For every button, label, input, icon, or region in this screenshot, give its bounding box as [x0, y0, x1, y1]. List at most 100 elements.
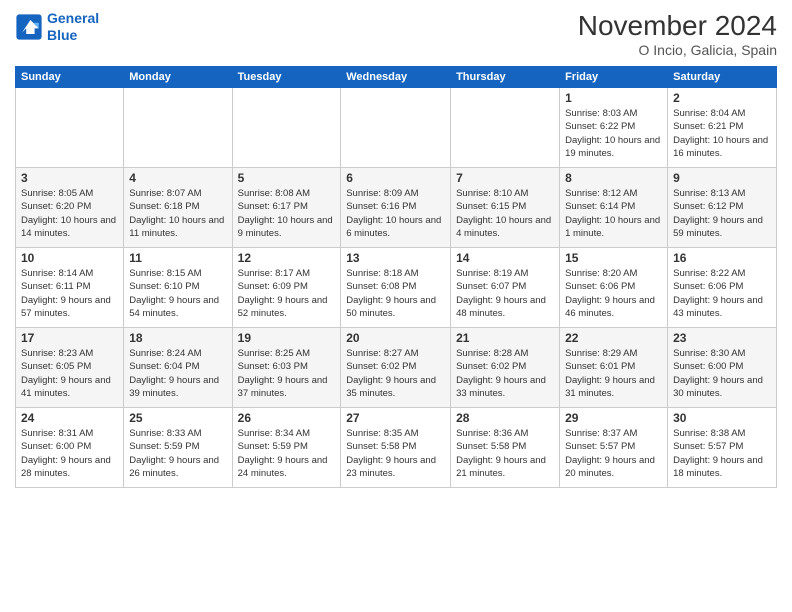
logo: General Blue	[15, 10, 99, 44]
day-number: 18	[129, 331, 226, 345]
day-number: 29	[565, 411, 662, 425]
day-info: Sunrise: 8:09 AM Sunset: 6:16 PM Dayligh…	[346, 187, 445, 240]
day-info: Sunrise: 8:24 AM Sunset: 6:04 PM Dayligh…	[129, 347, 226, 400]
calendar-cell: 5 Sunrise: 8:08 AM Sunset: 6:17 PM Daylig…	[232, 168, 341, 248]
calendar-cell: 21 Sunrise: 8:28 AM Sunset: 6:02 PM Dayli…	[451, 328, 560, 408]
calendar-cell	[16, 88, 124, 168]
calendar-cell: 11 Sunrise: 8:15 AM Sunset: 6:10 PM Dayli…	[124, 248, 232, 328]
day-number: 25	[129, 411, 226, 425]
calendar-cell: 17 Sunrise: 8:23 AM Sunset: 6:05 PM Dayli…	[16, 328, 124, 408]
day-number: 30	[673, 411, 771, 425]
day-number: 17	[21, 331, 118, 345]
logo-icon	[15, 13, 43, 41]
day-number: 13	[346, 251, 445, 265]
calendar-cell	[124, 88, 232, 168]
weekday-header: Tuesday	[232, 67, 341, 88]
day-info: Sunrise: 8:23 AM Sunset: 6:05 PM Dayligh…	[21, 347, 118, 400]
weekday-header: Thursday	[451, 67, 560, 88]
day-number: 5	[238, 171, 336, 185]
day-number: 4	[129, 171, 226, 185]
day-info: Sunrise: 8:18 AM Sunset: 6:08 PM Dayligh…	[346, 267, 445, 320]
calendar-cell: 12 Sunrise: 8:17 AM Sunset: 6:09 PM Dayli…	[232, 248, 341, 328]
calendar-cell: 10Sunrise: 8:14 AM Sunset: 6:11 PM Dayli…	[16, 248, 124, 328]
day-number: 26	[238, 411, 336, 425]
day-number: 24	[21, 411, 118, 425]
day-info: Sunrise: 8:36 AM Sunset: 5:58 PM Dayligh…	[456, 427, 554, 480]
weekday-header: Monday	[124, 67, 232, 88]
calendar-cell: 22 Sunrise: 8:29 AM Sunset: 6:01 PM Dayli…	[560, 328, 668, 408]
day-number: 8	[565, 171, 662, 185]
calendar-cell: 9 Sunrise: 8:13 AM Sunset: 6:12 PM Daylig…	[668, 168, 777, 248]
day-number: 9	[673, 171, 771, 185]
calendar-cell	[341, 88, 451, 168]
weekday-header-row: SundayMondayTuesdayWednesdayThursdayFrid…	[16, 67, 777, 88]
calendar-week-row: 1 Sunrise: 8:03 AM Sunset: 6:22 PM Daylig…	[16, 88, 777, 168]
day-number: 20	[346, 331, 445, 345]
day-number: 14	[456, 251, 554, 265]
location: O Incio, Galicia, Spain	[578, 42, 777, 58]
calendar-week-row: 3Sunrise: 8:05 AM Sunset: 6:20 PM Daylig…	[16, 168, 777, 248]
weekday-header: Saturday	[668, 67, 777, 88]
day-info: Sunrise: 8:38 AM Sunset: 5:57 PM Dayligh…	[673, 427, 771, 480]
day-info: Sunrise: 8:29 AM Sunset: 6:01 PM Dayligh…	[565, 347, 662, 400]
day-number: 1	[565, 91, 662, 105]
calendar-cell: 19Sunrise: 8:25 AM Sunset: 6:03 PM Dayli…	[232, 328, 341, 408]
logo-text: General Blue	[47, 10, 99, 44]
day-info: Sunrise: 8:27 AM Sunset: 6:02 PM Dayligh…	[346, 347, 445, 400]
day-info: Sunrise: 8:12 AM Sunset: 6:14 PM Dayligh…	[565, 187, 662, 240]
calendar-cell: 26 Sunrise: 8:34 AM Sunset: 5:59 PM Dayli…	[232, 408, 341, 488]
day-info: Sunrise: 8:22 AM Sunset: 6:06 PM Dayligh…	[673, 267, 771, 320]
logo-blue: Blue	[47, 27, 77, 43]
day-info: Sunrise: 8:30 AM Sunset: 6:00 PM Dayligh…	[673, 347, 771, 400]
day-number: 12	[238, 251, 336, 265]
calendar-cell: 29 Sunrise: 8:37 AM Sunset: 5:57 PM Dayli…	[560, 408, 668, 488]
day-number: 23	[673, 331, 771, 345]
calendar-cell: 30 Sunrise: 8:38 AM Sunset: 5:57 PM Dayli…	[668, 408, 777, 488]
day-info: Sunrise: 8:03 AM Sunset: 6:22 PM Dayligh…	[565, 107, 662, 160]
day-info: Sunrise: 8:14 AM Sunset: 6:11 PM Dayligh…	[21, 267, 118, 320]
day-info: Sunrise: 8:28 AM Sunset: 6:02 PM Dayligh…	[456, 347, 554, 400]
day-info: Sunrise: 8:31 AM Sunset: 6:00 PM Dayligh…	[21, 427, 118, 480]
day-info: Sunrise: 8:07 AM Sunset: 6:18 PM Dayligh…	[129, 187, 226, 240]
calendar-week-row: 17 Sunrise: 8:23 AM Sunset: 6:05 PM Dayli…	[16, 328, 777, 408]
calendar-cell: 1 Sunrise: 8:03 AM Sunset: 6:22 PM Daylig…	[560, 88, 668, 168]
calendar-cell: 23 Sunrise: 8:30 AM Sunset: 6:00 PM Dayli…	[668, 328, 777, 408]
day-info: Sunrise: 8:17 AM Sunset: 6:09 PM Dayligh…	[238, 267, 336, 320]
day-info: Sunrise: 8:10 AM Sunset: 6:15 PM Dayligh…	[456, 187, 554, 240]
calendar-cell: 20 Sunrise: 8:27 AM Sunset: 6:02 PM Dayli…	[341, 328, 451, 408]
day-number: 11	[129, 251, 226, 265]
day-info: Sunrise: 8:35 AM Sunset: 5:58 PM Dayligh…	[346, 427, 445, 480]
calendar-cell: 8 Sunrise: 8:12 AM Sunset: 6:14 PM Daylig…	[560, 168, 668, 248]
day-number: 6	[346, 171, 445, 185]
calendar-cell	[232, 88, 341, 168]
calendar-cell: 27Sunrise: 8:35 AM Sunset: 5:58 PM Dayli…	[341, 408, 451, 488]
day-number: 19	[238, 331, 336, 345]
weekday-header: Sunday	[16, 67, 124, 88]
day-number: 22	[565, 331, 662, 345]
calendar-cell: 4 Sunrise: 8:07 AM Sunset: 6:18 PM Daylig…	[124, 168, 232, 248]
day-info: Sunrise: 8:13 AM Sunset: 6:12 PM Dayligh…	[673, 187, 771, 240]
calendar-cell: 15Sunrise: 8:20 AM Sunset: 6:06 PM Dayli…	[560, 248, 668, 328]
month-title: November 2024	[578, 10, 777, 42]
day-info: Sunrise: 8:08 AM Sunset: 6:17 PM Dayligh…	[238, 187, 336, 240]
calendar-cell: 13 Sunrise: 8:18 AM Sunset: 6:08 PM Dayli…	[341, 248, 451, 328]
day-number: 2	[673, 91, 771, 105]
page: General Blue November 2024 O Incio, Gali…	[0, 0, 792, 612]
calendar-cell: 18 Sunrise: 8:24 AM Sunset: 6:04 PM Dayli…	[124, 328, 232, 408]
day-info: Sunrise: 8:37 AM Sunset: 5:57 PM Dayligh…	[565, 427, 662, 480]
day-number: 7	[456, 171, 554, 185]
day-info: Sunrise: 8:34 AM Sunset: 5:59 PM Dayligh…	[238, 427, 336, 480]
day-info: Sunrise: 8:20 AM Sunset: 6:06 PM Dayligh…	[565, 267, 662, 320]
calendar-cell: 2 Sunrise: 8:04 AM Sunset: 6:21 PM Daylig…	[668, 88, 777, 168]
calendar-cell	[451, 88, 560, 168]
day-info: Sunrise: 8:15 AM Sunset: 6:10 PM Dayligh…	[129, 267, 226, 320]
header: General Blue November 2024 O Incio, Gali…	[15, 10, 777, 58]
day-number: 28	[456, 411, 554, 425]
day-number: 21	[456, 331, 554, 345]
calendar-cell: 16Sunrise: 8:22 AM Sunset: 6:06 PM Dayli…	[668, 248, 777, 328]
calendar-cell: 25Sunrise: 8:33 AM Sunset: 5:59 PM Dayli…	[124, 408, 232, 488]
day-info: Sunrise: 8:04 AM Sunset: 6:21 PM Dayligh…	[673, 107, 771, 160]
weekday-header: Friday	[560, 67, 668, 88]
logo-general: General	[47, 10, 99, 26]
calendar-cell: 3Sunrise: 8:05 AM Sunset: 6:20 PM Daylig…	[16, 168, 124, 248]
